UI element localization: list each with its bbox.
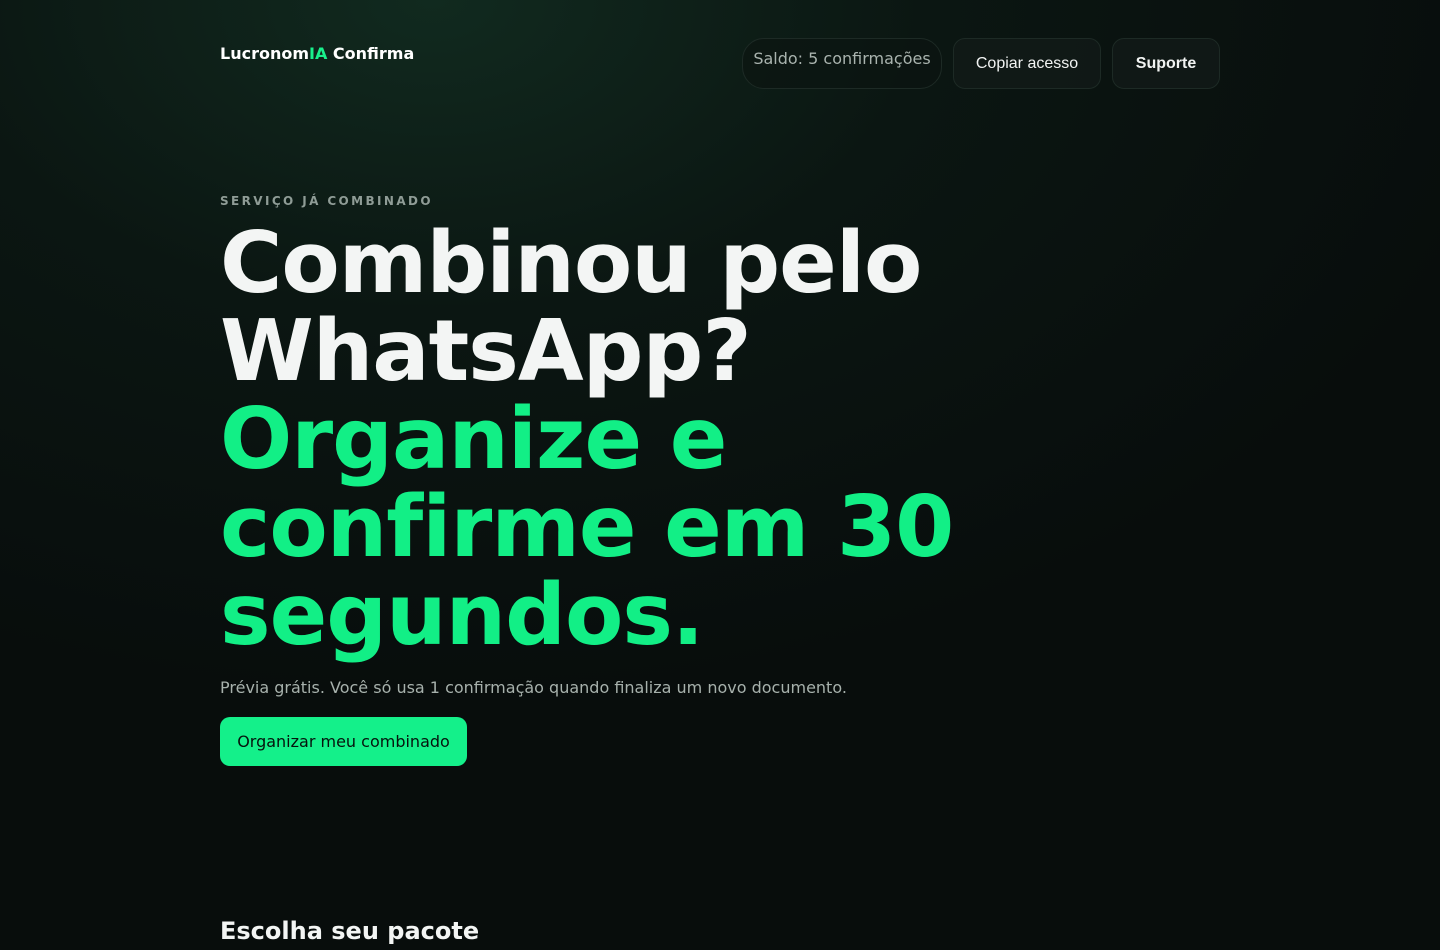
hero-headline: Combinou pelo WhatsApp? Organize e confi… — [220, 220, 1120, 660]
hero-subtext: Prévia grátis. Você só usa 1 confirmação… — [220, 678, 847, 697]
headline-highlight: Organize e confirme em 30 segundos. — [220, 390, 954, 665]
brand-name-accent: IA — [309, 44, 328, 63]
organize-cta-button[interactable]: Organizar meu combinado — [220, 717, 467, 766]
brand-logo[interactable]: LucronomIA Confirma — [220, 44, 414, 63]
hero-eyebrow: SERVIÇO JÁ COMBINADO — [220, 194, 433, 208]
headline-question: Combinou pelo WhatsApp? — [220, 214, 922, 401]
header-actions: Saldo: 5 confirmações Copiar acesso Supo… — [742, 38, 1220, 89]
copy-access-button[interactable]: Copiar acesso — [953, 38, 1101, 89]
packages-section-title: Escolha seu pacote — [220, 917, 480, 945]
brand-name: Lucronom — [220, 44, 310, 63]
balance-badge: Saldo: 5 confirmações — [742, 38, 942, 89]
brand-product: Confirma — [327, 44, 415, 63]
support-button[interactable]: Suporte — [1112, 38, 1220, 89]
top-header: LucronomIA Confirma Saldo: 5 confirmaçõe… — [220, 38, 1220, 89]
